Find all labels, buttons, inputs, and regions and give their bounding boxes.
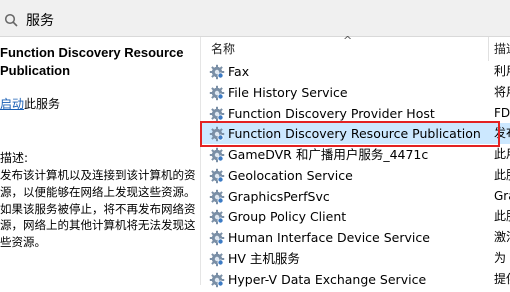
service-name: Group Policy Client — [228, 209, 347, 225]
service-description: 激活 — [494, 230, 510, 244]
service-name: Fax — [228, 64, 250, 79]
start-service-row: 启动此服务 — [0, 96, 60, 112]
title-bar: 服务 — [0, 0, 510, 37]
gear-icon — [209, 189, 225, 205]
gear-icon — [209, 168, 225, 184]
service-row[interactable]: Human Interface Device Service 激活 — [201, 227, 510, 248]
service-description: 发布 — [494, 126, 510, 141]
service-row[interactable]: Group Policy Client 此服 — [201, 206, 510, 227]
service-name: GameDVR 和广播用户服务_4471c — [228, 147, 429, 162]
service-row[interactable]: Hyper-V Data Exchange Service提供 — [201, 269, 510, 290]
service-row[interactable]: Fax 利用 — [201, 61, 510, 82]
service-description-pane: Function Discovery Resource Publication … — [0, 37, 200, 285]
service-row[interactable]: HV 主机服务 为 H — [201, 248, 510, 269]
service-description: Grap — [494, 188, 510, 203]
service-name: GraphicsPerfSvc — [228, 188, 330, 204]
column-header-description[interactable]: 描述 — [494, 41, 510, 57]
selected-service-title: Function Discovery Resource Publication — [0, 45, 184, 78]
service-name: Human Interface Device Service — [228, 230, 430, 245]
window-title: 服务 — [26, 13, 54, 29]
service-name: Geolocation Service — [228, 167, 353, 183]
service-description: 利用 — [494, 64, 510, 78]
gear-icon — [209, 209, 225, 225]
service-name: HV 主机服务 — [228, 250, 300, 266]
start-service-suffix: 此服务 — [24, 97, 61, 111]
gear-icon — [209, 64, 225, 80]
column-header: 名称 ^ 描述 — [201, 34, 510, 61]
service-row[interactable]: Function Discovery Resource Publication 发… — [201, 123, 510, 144]
search-icon — [4, 13, 18, 27]
gear-icon — [209, 251, 225, 267]
column-header-name[interactable]: 名称 — [211, 41, 235, 57]
description-text: 发布该计算机以及连接到该计算机的资源，以便能够在网络上发现这些资源。如果该服务被… — [0, 168, 196, 250]
service-description: 此用 — [494, 147, 510, 161]
service-row[interactable]: File History Service 将用 — [201, 82, 510, 103]
sort-up-icon: ^ — [343, 34, 353, 47]
service-row[interactable]: Function Discovery Provider Host FDPH — [201, 103, 510, 124]
services-list: 名称 ^ 描述 Fax 利用 File History Service 将用 Funct… — [200, 34, 510, 287]
gear-icon — [209, 272, 225, 288]
column-divider[interactable] — [488, 37, 489, 61]
service-row[interactable]: GameDVR 和广播用户服务_4471c 此用 — [201, 144, 510, 165]
service-description: 此服 — [494, 167, 510, 182]
service-description: 为 H — [494, 250, 510, 265]
service-row[interactable]: GraphicsPerfSvc Grap — [201, 186, 510, 207]
gear-icon — [209, 126, 225, 142]
service-name: Function Discovery Provider Host — [228, 105, 435, 121]
service-description: 将用 — [494, 84, 510, 99]
description-label: 描述: — [0, 151, 29, 165]
gear-icon — [209, 106, 225, 122]
service-description: FDPH — [494, 105, 510, 120]
service-row[interactable]: Geolocation Service 此服 — [201, 165, 510, 186]
service-name: File History Service — [228, 84, 348, 100]
gear-icon — [209, 230, 225, 246]
start-service-link[interactable]: 启动 — [0, 97, 24, 111]
gear-icon — [209, 85, 225, 101]
gear-icon — [209, 147, 225, 163]
service-description: 此服 — [494, 209, 510, 224]
service-name: Function Discovery Resource Publication — [228, 126, 481, 142]
